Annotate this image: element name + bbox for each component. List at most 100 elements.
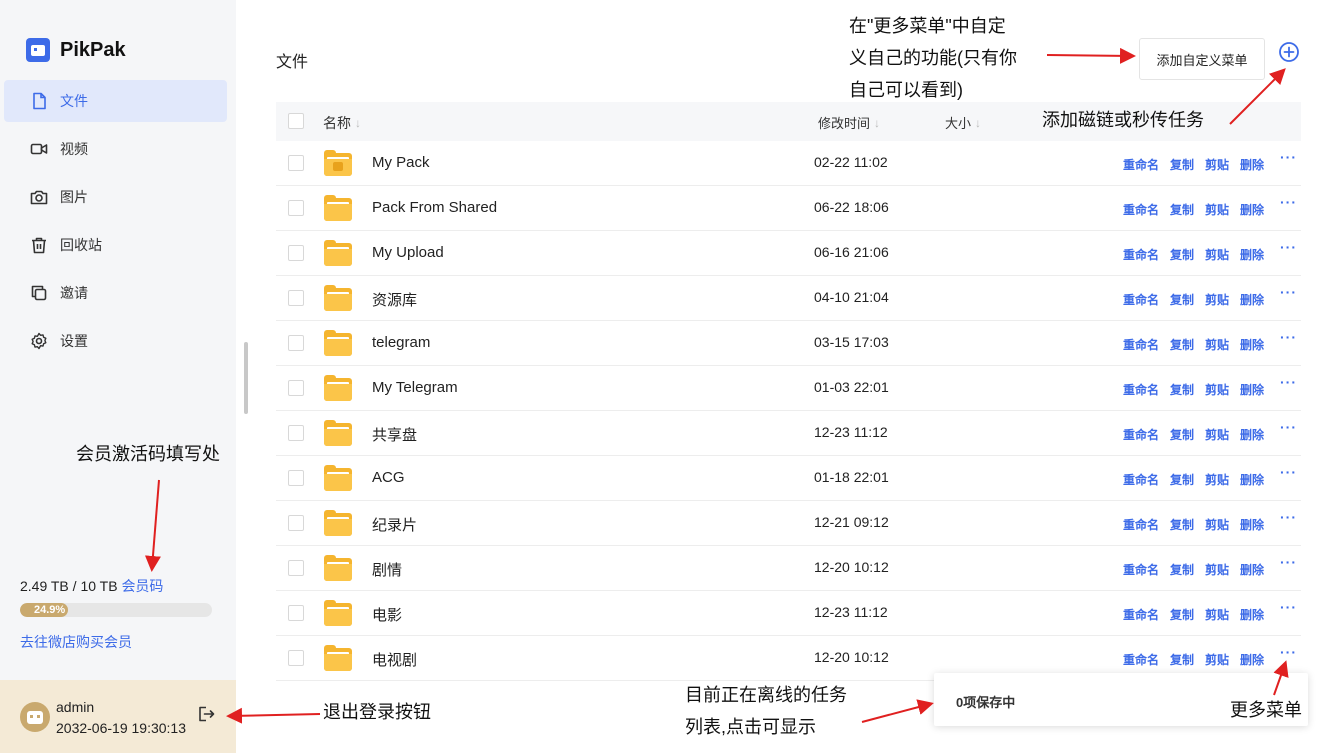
delete-action[interactable]: 删除 <box>1240 201 1264 218</box>
table-row[interactable]: 电影 12-23 11:12 重命名 复制 剪贴 删除 ··· <box>276 591 1301 636</box>
row-checkbox[interactable] <box>288 200 304 216</box>
delete-action[interactable]: 删除 <box>1240 651 1264 668</box>
rename-action[interactable]: 重命名 <box>1123 201 1159 218</box>
copy-action[interactable]: 复制 <box>1170 561 1194 578</box>
delete-action[interactable]: 删除 <box>1240 246 1264 263</box>
rename-action[interactable]: 重命名 <box>1123 381 1159 398</box>
logout-icon[interactable] <box>197 705 215 723</box>
rename-action[interactable]: 重命名 <box>1123 471 1159 488</box>
row-checkbox[interactable] <box>288 560 304 576</box>
delete-action[interactable]: 删除 <box>1240 336 1264 353</box>
more-menu-button[interactable]: ··· <box>1280 464 1297 480</box>
cut-action[interactable]: 剪贴 <box>1205 561 1229 578</box>
row-checkbox[interactable] <box>288 470 304 486</box>
add-task-button[interactable] <box>1278 41 1300 63</box>
file-name[interactable]: Pack From Shared <box>372 199 497 216</box>
rename-action[interactable]: 重命名 <box>1123 651 1159 668</box>
table-row[interactable]: Pack From Shared 06-22 18:06 重命名 复制 剪贴 删除 ··· <box>276 186 1301 231</box>
delete-action[interactable]: 删除 <box>1240 291 1264 308</box>
cut-action[interactable]: 剪贴 <box>1205 291 1229 308</box>
file-name[interactable]: 电影 <box>372 604 402 625</box>
rename-action[interactable]: 重命名 <box>1123 426 1159 443</box>
sidebar-scrollbar[interactable] <box>244 342 248 414</box>
file-name[interactable]: 共享盘 <box>372 424 417 445</box>
sidebar-item-trash[interactable]: 回收站 <box>4 224 227 266</box>
sidebar-item-invite[interactable]: 邀请 <box>4 272 227 314</box>
row-checkbox[interactable] <box>288 335 304 351</box>
table-row[interactable]: My Telegram 01-03 22:01 重命名 复制 剪贴 删除 ··· <box>276 366 1301 411</box>
copy-action[interactable]: 复制 <box>1170 246 1194 263</box>
more-menu-button[interactable]: ··· <box>1280 329 1297 345</box>
copy-action[interactable]: 复制 <box>1170 516 1194 533</box>
row-checkbox[interactable] <box>288 605 304 621</box>
rename-action[interactable]: 重命名 <box>1123 336 1159 353</box>
delete-action[interactable]: 删除 <box>1240 426 1264 443</box>
delete-action[interactable]: 删除 <box>1240 606 1264 623</box>
more-menu-button[interactable]: ··· <box>1280 554 1297 570</box>
row-checkbox[interactable] <box>288 515 304 531</box>
more-menu-button[interactable]: ··· <box>1280 509 1297 525</box>
sidebar-item-files[interactable]: 文件 <box>4 80 227 122</box>
copy-action[interactable]: 复制 <box>1170 291 1194 308</box>
table-row[interactable]: 纪录片 12-21 09:12 重命名 复制 剪贴 删除 ··· <box>276 501 1301 546</box>
row-checkbox[interactable] <box>288 290 304 306</box>
table-row[interactable]: 共享盘 12-23 11:12 重命名 复制 剪贴 删除 ··· <box>276 411 1301 456</box>
more-menu-button[interactable]: ··· <box>1280 194 1297 210</box>
rename-action[interactable]: 重命名 <box>1123 156 1159 173</box>
copy-action[interactable]: 复制 <box>1170 651 1194 668</box>
file-name[interactable]: My Telegram <box>372 379 458 396</box>
file-name[interactable]: ACG <box>372 469 405 486</box>
file-name[interactable]: 纪录片 <box>372 514 417 535</box>
more-menu-button[interactable]: ··· <box>1280 599 1297 615</box>
copy-action[interactable]: 复制 <box>1170 471 1194 488</box>
delete-action[interactable]: 删除 <box>1240 381 1264 398</box>
cut-action[interactable]: 剪贴 <box>1205 651 1229 668</box>
more-menu-button[interactable]: ··· <box>1280 374 1297 390</box>
cut-action[interactable]: 剪贴 <box>1205 606 1229 623</box>
rename-action[interactable]: 重命名 <box>1123 606 1159 623</box>
copy-action[interactable]: 复制 <box>1170 381 1194 398</box>
more-menu-button[interactable]: ··· <box>1280 239 1297 255</box>
rename-action[interactable]: 重命名 <box>1123 561 1159 578</box>
row-checkbox[interactable] <box>288 650 304 666</box>
copy-action[interactable]: 复制 <box>1170 426 1194 443</box>
copy-action[interactable]: 复制 <box>1170 606 1194 623</box>
sidebar-item-images[interactable]: 图片 <box>4 176 227 218</box>
copy-action[interactable]: 复制 <box>1170 201 1194 218</box>
file-name[interactable]: My Pack <box>372 154 430 171</box>
row-checkbox[interactable] <box>288 425 304 441</box>
file-name[interactable]: 剧情 <box>372 559 402 580</box>
sidebar-item-videos[interactable]: 视频 <box>4 128 227 170</box>
column-size[interactable]: 大小 ↓ <box>945 113 981 132</box>
cut-action[interactable]: 剪贴 <box>1205 516 1229 533</box>
table-row[interactable]: telegram 03-15 17:03 重命名 复制 剪贴 删除 ··· <box>276 321 1301 366</box>
row-checkbox[interactable] <box>288 245 304 261</box>
buy-membership-link[interactable]: 去往微店购买会员 <box>20 632 132 652</box>
file-name[interactable]: My Upload <box>372 244 444 261</box>
rename-action[interactable]: 重命名 <box>1123 291 1159 308</box>
file-name[interactable]: telegram <box>372 334 430 351</box>
cut-action[interactable]: 剪贴 <box>1205 336 1229 353</box>
select-all-checkbox[interactable] <box>288 113 304 129</box>
cut-action[interactable]: 剪贴 <box>1205 471 1229 488</box>
row-checkbox[interactable] <box>288 380 304 396</box>
table-row[interactable]: ACG 01-18 22:01 重命名 复制 剪贴 删除 ··· <box>276 456 1301 501</box>
column-modified[interactable]: 修改时间 ↓ <box>818 113 880 132</box>
cut-action[interactable]: 剪贴 <box>1205 246 1229 263</box>
rename-action[interactable]: 重命名 <box>1123 246 1159 263</box>
table-row[interactable]: 资源库 04-10 21:04 重命名 复制 剪贴 删除 ··· <box>276 276 1301 321</box>
column-name[interactable]: 名称 ↓ <box>323 113 361 133</box>
cut-action[interactable]: 剪贴 <box>1205 201 1229 218</box>
file-name[interactable]: 资源库 <box>372 289 417 310</box>
copy-action[interactable]: 复制 <box>1170 336 1194 353</box>
copy-action[interactable]: 复制 <box>1170 156 1194 173</box>
add-custom-menu-button[interactable]: 添加自定义菜单 <box>1139 38 1265 80</box>
more-menu-button[interactable]: ··· <box>1280 419 1297 435</box>
table-row[interactable]: 剧情 12-20 10:12 重命名 复制 剪贴 删除 ··· <box>276 546 1301 591</box>
cut-action[interactable]: 剪贴 <box>1205 156 1229 173</box>
delete-action[interactable]: 删除 <box>1240 561 1264 578</box>
table-row[interactable]: My Pack 02-22 11:02 重命名 复制 剪贴 删除 ··· <box>276 141 1301 186</box>
cut-action[interactable]: 剪贴 <box>1205 426 1229 443</box>
delete-action[interactable]: 删除 <box>1240 516 1264 533</box>
row-checkbox[interactable] <box>288 155 304 171</box>
